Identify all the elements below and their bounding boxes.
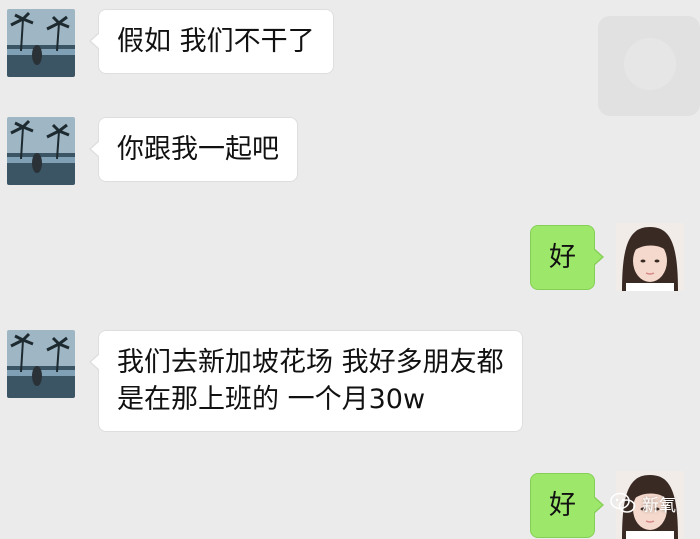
contact-avatar[interactable]: [7, 330, 75, 398]
message-text: 假如 我们不干了: [117, 26, 315, 57]
palm-beach-avatar-icon: [7, 9, 75, 77]
watermark-text: 新氧: [642, 495, 676, 516]
contact-avatar[interactable]: [7, 117, 75, 185]
palm-beach-avatar-icon: [7, 117, 75, 185]
wechat-icon: [610, 492, 636, 513]
message-bubble-outgoing[interactable]: 好: [530, 473, 604, 538]
user-portrait-avatar-icon: [616, 223, 684, 291]
message-bubble[interactable]: 假如 我们不干了: [89, 9, 334, 74]
watermark: 新氧: [610, 488, 676, 518]
message-text: 你跟我一起吧: [117, 134, 279, 165]
blurred-overlay-button: [598, 16, 700, 116]
message-bubble[interactable]: 你跟我一起吧: [89, 117, 298, 182]
message-text: 我们去新加坡花场 我好多朋友都: [117, 347, 504, 378]
contact-avatar[interactable]: [7, 9, 75, 77]
message-bubble[interactable]: 我们去新加坡花场 我好多朋友都 是在那上班的 一个月30w: [89, 330, 523, 432]
message-text: 是在那上班的 一个月30w: [117, 384, 426, 415]
message-bubble-outgoing[interactable]: 好: [530, 225, 604, 290]
palm-beach-avatar-icon: [7, 330, 75, 398]
message-text: 好: [549, 490, 576, 521]
user-avatar[interactable]: [616, 223, 684, 291]
message-text: 好: [549, 242, 576, 273]
